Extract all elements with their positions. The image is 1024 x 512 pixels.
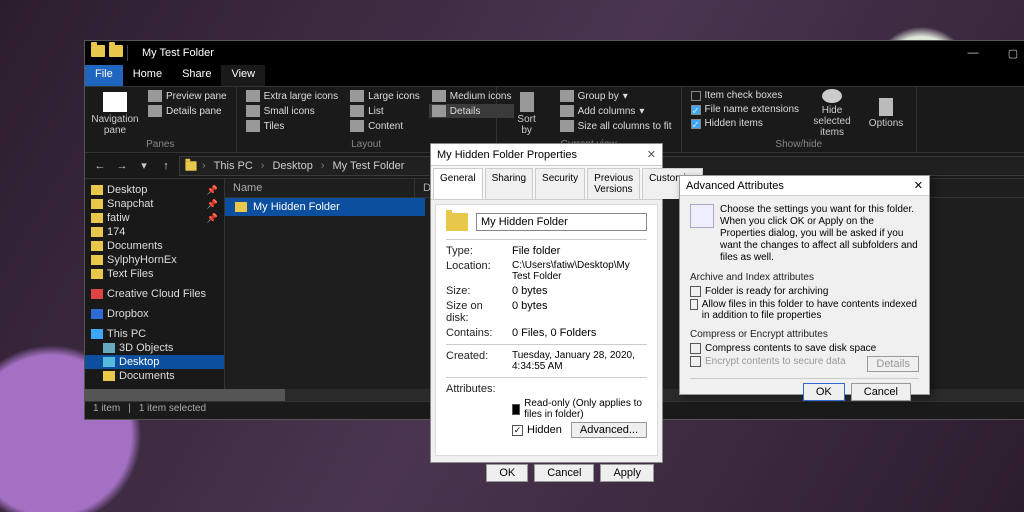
folder-name-input[interactable] <box>476 213 647 231</box>
info-icon <box>690 204 714 228</box>
tab-general[interactable]: General <box>433 168 483 199</box>
folder-icon <box>185 161 196 171</box>
hidden-items-toggle[interactable]: ✓Hidden items <box>688 117 803 130</box>
tree-item: This PC <box>85 327 224 341</box>
advanced-attributes-dialog: Advanced Attributes ✕ Choose the setting… <box>679 175 930 395</box>
window-title: My Test Folder <box>134 47 214 59</box>
maximize-button[interactable]: ▢ <box>993 41 1024 65</box>
list-row-selected[interactable]: My Hidden Folder <box>225 198 425 216</box>
navigation-pane-button[interactable]: Navigation pane <box>91 89 139 138</box>
close-icon[interactable]: ✕ <box>914 179 923 192</box>
layout-small[interactable]: Small icons <box>243 104 341 118</box>
info-text: Choose the settings you want for this fo… <box>720 204 919 264</box>
tree-item: Text Files <box>85 267 224 281</box>
layout-content[interactable]: Content <box>347 119 423 133</box>
tree-item: Documents <box>85 239 224 253</box>
hide-selected-button[interactable]: Hide selected items <box>808 89 856 138</box>
app-icon <box>91 45 105 57</box>
recent-button[interactable]: ▾ <box>135 157 153 175</box>
dialog-title: My Hidden Folder Properties <box>437 149 577 161</box>
tab-view[interactable]: View <box>221 65 265 86</box>
explorer-titlebar[interactable]: My Test Folder — ▢ ✕ <box>85 41 1024 65</box>
advanced-button[interactable]: Advanced... <box>571 422 647 438</box>
ok-button[interactable]: OK <box>486 464 528 482</box>
options-button[interactable]: Options <box>862 89 910 138</box>
item-check-boxes-toggle[interactable]: Item check boxes <box>688 89 803 102</box>
back-button[interactable]: ← <box>91 157 109 175</box>
tab-file[interactable]: File <box>85 65 123 86</box>
properties-dialog: My Hidden Folder Properties ✕ General Sh… <box>430 143 663 463</box>
section-label: Compress or Encrypt attributes <box>690 329 919 340</box>
add-columns-button[interactable]: Add columns ▾ <box>557 104 675 118</box>
group-label: Panes <box>91 138 230 152</box>
group-label: Show/hide <box>688 138 911 152</box>
tab-previous-versions[interactable]: Previous Versions <box>587 168 640 199</box>
section-label: Archive and Index attributes <box>690 272 919 283</box>
sort-by-button[interactable]: Sort by <box>503 89 551 138</box>
size-columns-button[interactable]: Size all columns to fit <box>557 119 675 133</box>
dialog-title: Advanced Attributes <box>686 180 784 192</box>
group-by-button[interactable]: Group by ▾ <box>557 89 675 103</box>
tree-item: Creative Cloud Files <box>85 287 224 301</box>
layout-tiles[interactable]: Tiles <box>243 119 341 133</box>
tree-item: fatiw📌 <box>85 211 224 225</box>
tree-item: 3D Objects <box>85 341 224 355</box>
compress-checkbox[interactable]: Compress contents to save disk space <box>690 343 919 354</box>
hidden-checkbox[interactable]: ✓Hidden Advanced... <box>512 422 647 438</box>
qat-icon[interactable] <box>109 45 123 57</box>
preview-pane-button[interactable]: Preview pane <box>145 89 230 103</box>
tree-item: Dropbox <box>85 307 224 321</box>
layout-list[interactable]: List <box>347 104 423 118</box>
layout-large[interactable]: Large icons <box>347 89 423 103</box>
encrypt-checkbox: Encrypt contents to secure data Details <box>690 356 919 372</box>
tab-home[interactable]: Home <box>123 65 172 86</box>
tab-security[interactable]: Security <box>535 168 585 199</box>
tree-item: Documents <box>85 369 224 383</box>
readonly-checkbox[interactable]: ■Read-only (Only applies to files in fol… <box>512 398 647 420</box>
up-button[interactable]: ↑ <box>157 157 175 175</box>
separator <box>127 45 128 61</box>
apply-button[interactable]: Apply <box>600 464 654 482</box>
folder-icon <box>235 202 247 212</box>
navigation-tree[interactable]: Desktop📌 Snapchat📌 fatiw📌 174 Documents … <box>85 179 225 401</box>
minimize-button[interactable]: — <box>953 41 993 65</box>
close-icon[interactable]: ✕ <box>647 148 656 161</box>
cancel-button[interactable]: Cancel <box>851 383 911 401</box>
properties-titlebar[interactable]: My Hidden Folder Properties ✕ <box>431 144 662 166</box>
tree-item: SylphyHornEx <box>85 253 224 267</box>
details-pane-button[interactable]: Details pane <box>145 104 230 118</box>
details-button: Details <box>867 356 919 372</box>
tab-sharing[interactable]: Sharing <box>485 168 533 199</box>
forward-button[interactable]: → <box>113 157 131 175</box>
properties-tabs: General Sharing Security Previous Versio… <box>431 166 662 200</box>
file-name-ext-toggle[interactable]: ✓File name extensions <box>688 103 803 116</box>
advanced-titlebar[interactable]: Advanced Attributes ✕ <box>680 176 929 196</box>
index-checkbox[interactable]: Allow files in this folder to have conte… <box>690 299 919 321</box>
folder-icon <box>446 213 468 231</box>
ribbon-tabs: File Home Share View ⌃? <box>85 65 1024 87</box>
tree-item: Desktop📌 <box>85 183 224 197</box>
archive-checkbox[interactable]: Folder is ready for archiving <box>690 286 919 297</box>
layout-extra-large[interactable]: Extra large icons <box>243 89 341 103</box>
tree-item: Snapchat📌 <box>85 197 224 211</box>
ok-button[interactable]: OK <box>803 383 845 401</box>
tree-item-selected: Desktop <box>85 355 224 369</box>
cancel-button[interactable]: Cancel <box>534 464 594 482</box>
tab-share[interactable]: Share <box>172 65 221 86</box>
tree-item: 174 <box>85 225 224 239</box>
